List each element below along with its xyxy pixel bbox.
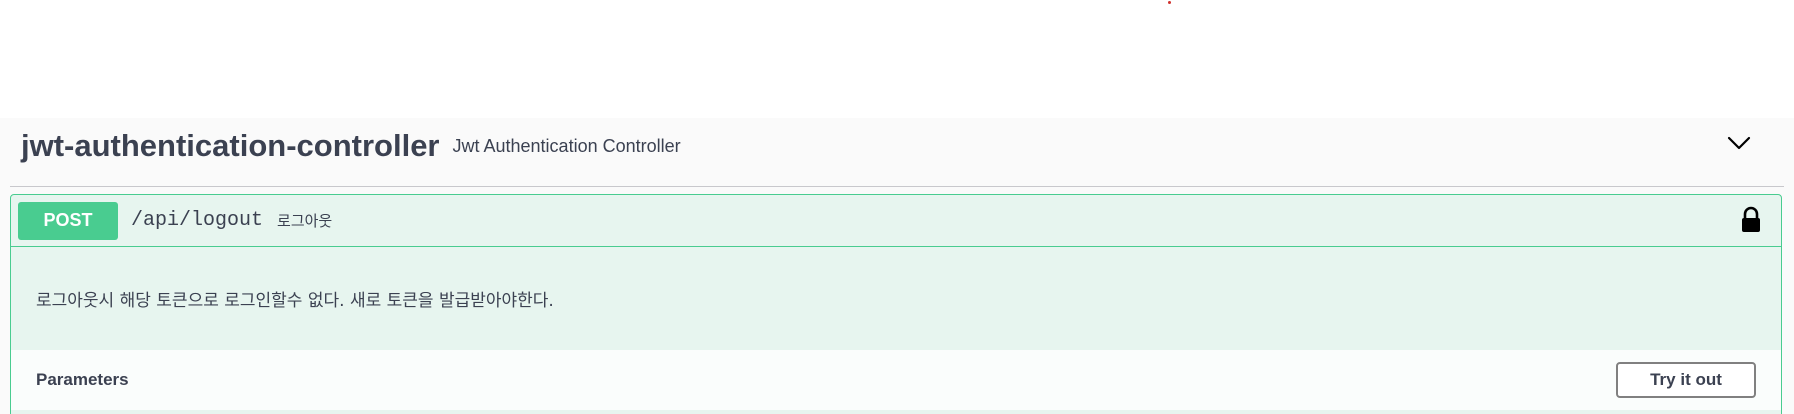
operation-description-text: 로그아웃시 해당 토큰으로 로그인할수 없다. 새로 토큰을 발급받아야한다. [36, 291, 554, 311]
tag-description: Jwt Authentication Controller [452, 135, 681, 156]
parameters-title: Parameters [36, 370, 129, 389]
operation-summary[interactable]: POST /api/logout 로그아웃 [11, 195, 1781, 247]
try-it-out-button[interactable]: Try it out [1616, 362, 1756, 398]
tag-header[interactable]: jwt-authentication-controller Jwt Authen… [10, 118, 1784, 187]
top-blank-area [0, 0, 1794, 118]
operation-summary-text: 로그아웃 [277, 212, 333, 230]
tag-section: jwt-authentication-controller Jwt Authen… [0, 118, 1794, 414]
tag-name: jwt-authentication-controller [21, 128, 440, 163]
lock-icon[interactable] [1739, 206, 1763, 234]
red-dot-marker [1168, 1, 1171, 4]
method-badge: POST [18, 201, 118, 240]
parameters-header: Parameters Try it out [11, 350, 1781, 410]
operation-block-post-logout: POST /api/logout 로그아웃 로그아웃시 해당 토큰으로 로그인할… [10, 194, 1782, 414]
chevron-down-icon[interactable] [1724, 128, 1754, 158]
swagger-page: jwt-authentication-controller Jwt Authen… [0, 0, 1794, 414]
operation-path: /api/logout [131, 209, 264, 232]
operation-description: 로그아웃시 해당 토큰으로 로그인할수 없다. 새로 토큰을 발급받아야한다. [11, 247, 1781, 350]
